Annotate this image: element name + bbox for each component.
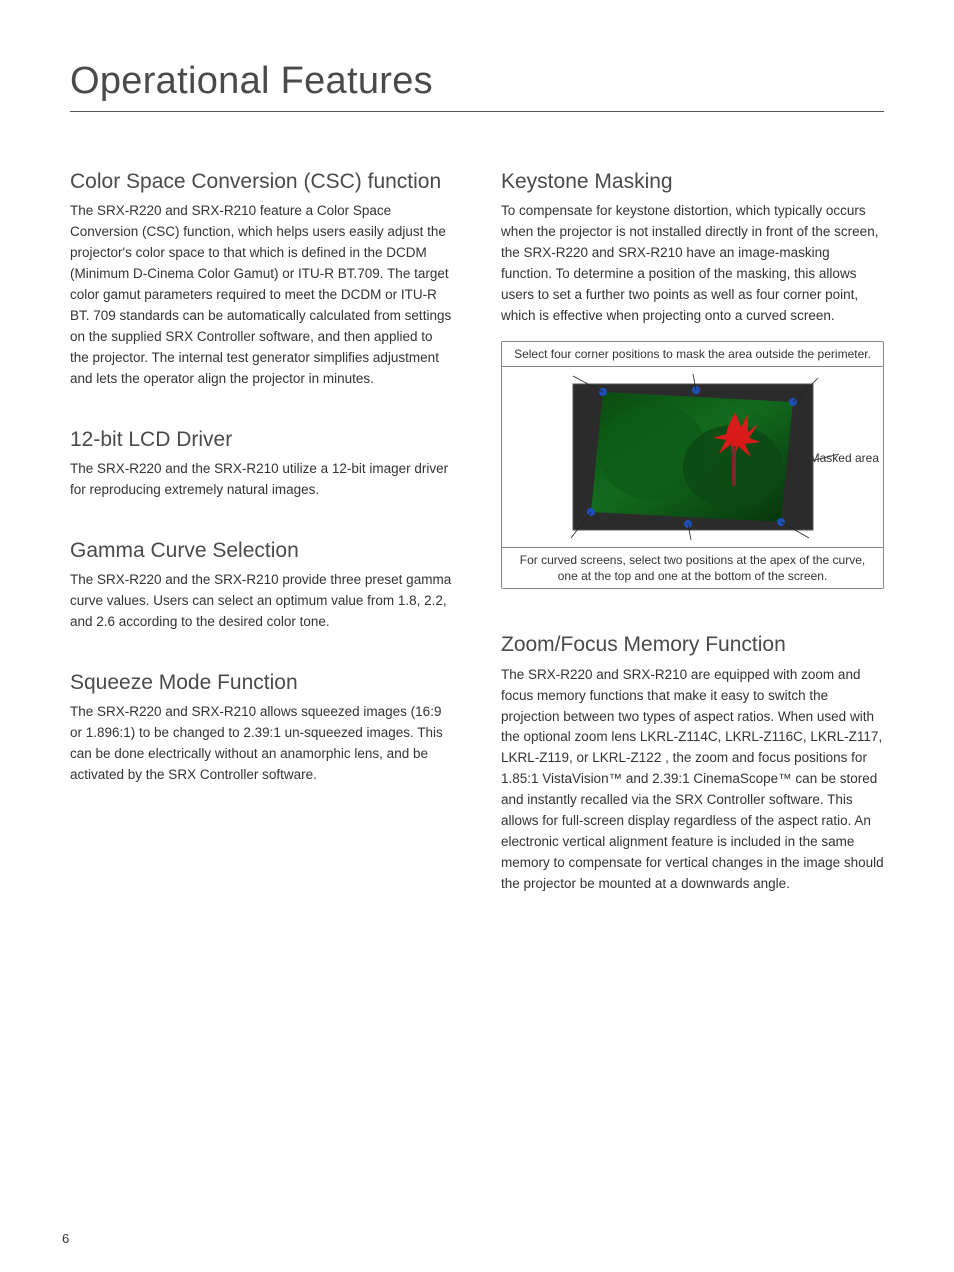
body-keystone: To compensate for keystone distortion, w…: [501, 201, 884, 327]
keystone-masked-area-label: Masked area: [810, 451, 879, 465]
heading-squeeze: Squeeze Mode Function: [70, 669, 453, 696]
heading-gamma: Gamma Curve Selection: [70, 537, 453, 564]
body-driver: The SRX-R220 and the SRX-R210 utilize a …: [70, 459, 453, 501]
section-gamma: Gamma Curve Selection The SRX-R220 and t…: [70, 537, 453, 633]
heading-driver: 12-bit LCD Driver: [70, 426, 453, 453]
section-driver: 12-bit LCD Driver The SRX-R220 and the S…: [70, 426, 453, 501]
section-keystone: Keystone Masking To compensate for keyst…: [501, 168, 884, 589]
body-zoom: The SRX-R220 and SRX-R210 are equipped w…: [501, 665, 884, 895]
right-column: Keystone Masking To compensate for keyst…: [501, 168, 884, 931]
page-number: 6: [62, 1231, 69, 1246]
keystone-figure-image-area: Masked area: [502, 367, 883, 547]
keystone-figure-top-caption: Select four corner positions to mask the…: [502, 342, 883, 367]
keystone-figure: Select four corner positions to mask the…: [501, 341, 884, 590]
content-columns: Color Space Conversion (CSC) function Th…: [70, 168, 884, 931]
left-column: Color Space Conversion (CSC) function Th…: [70, 168, 453, 931]
keystone-diagram-icon: [543, 372, 843, 542]
body-squeeze: The SRX-R220 and SRX-R210 allows squeeze…: [70, 702, 453, 786]
section-squeeze: Squeeze Mode Function The SRX-R220 and S…: [70, 669, 453, 786]
page-title: Operational Features: [70, 60, 884, 112]
heading-keystone: Keystone Masking: [501, 168, 884, 195]
section-zoom: Zoom/Focus Memory Function The SRX-R220 …: [501, 631, 884, 894]
heading-zoom: Zoom/Focus Memory Function: [501, 631, 884, 658]
heading-csc: Color Space Conversion (CSC) function: [70, 168, 453, 195]
keystone-figure-bottom-caption: For curved screens, select two positions…: [502, 547, 883, 588]
body-csc: The SRX-R220 and SRX-R210 feature a Colo…: [70, 201, 453, 389]
section-csc: Color Space Conversion (CSC) function Th…: [70, 168, 453, 390]
body-gamma: The SRX-R220 and the SRX-R210 provide th…: [70, 570, 453, 633]
